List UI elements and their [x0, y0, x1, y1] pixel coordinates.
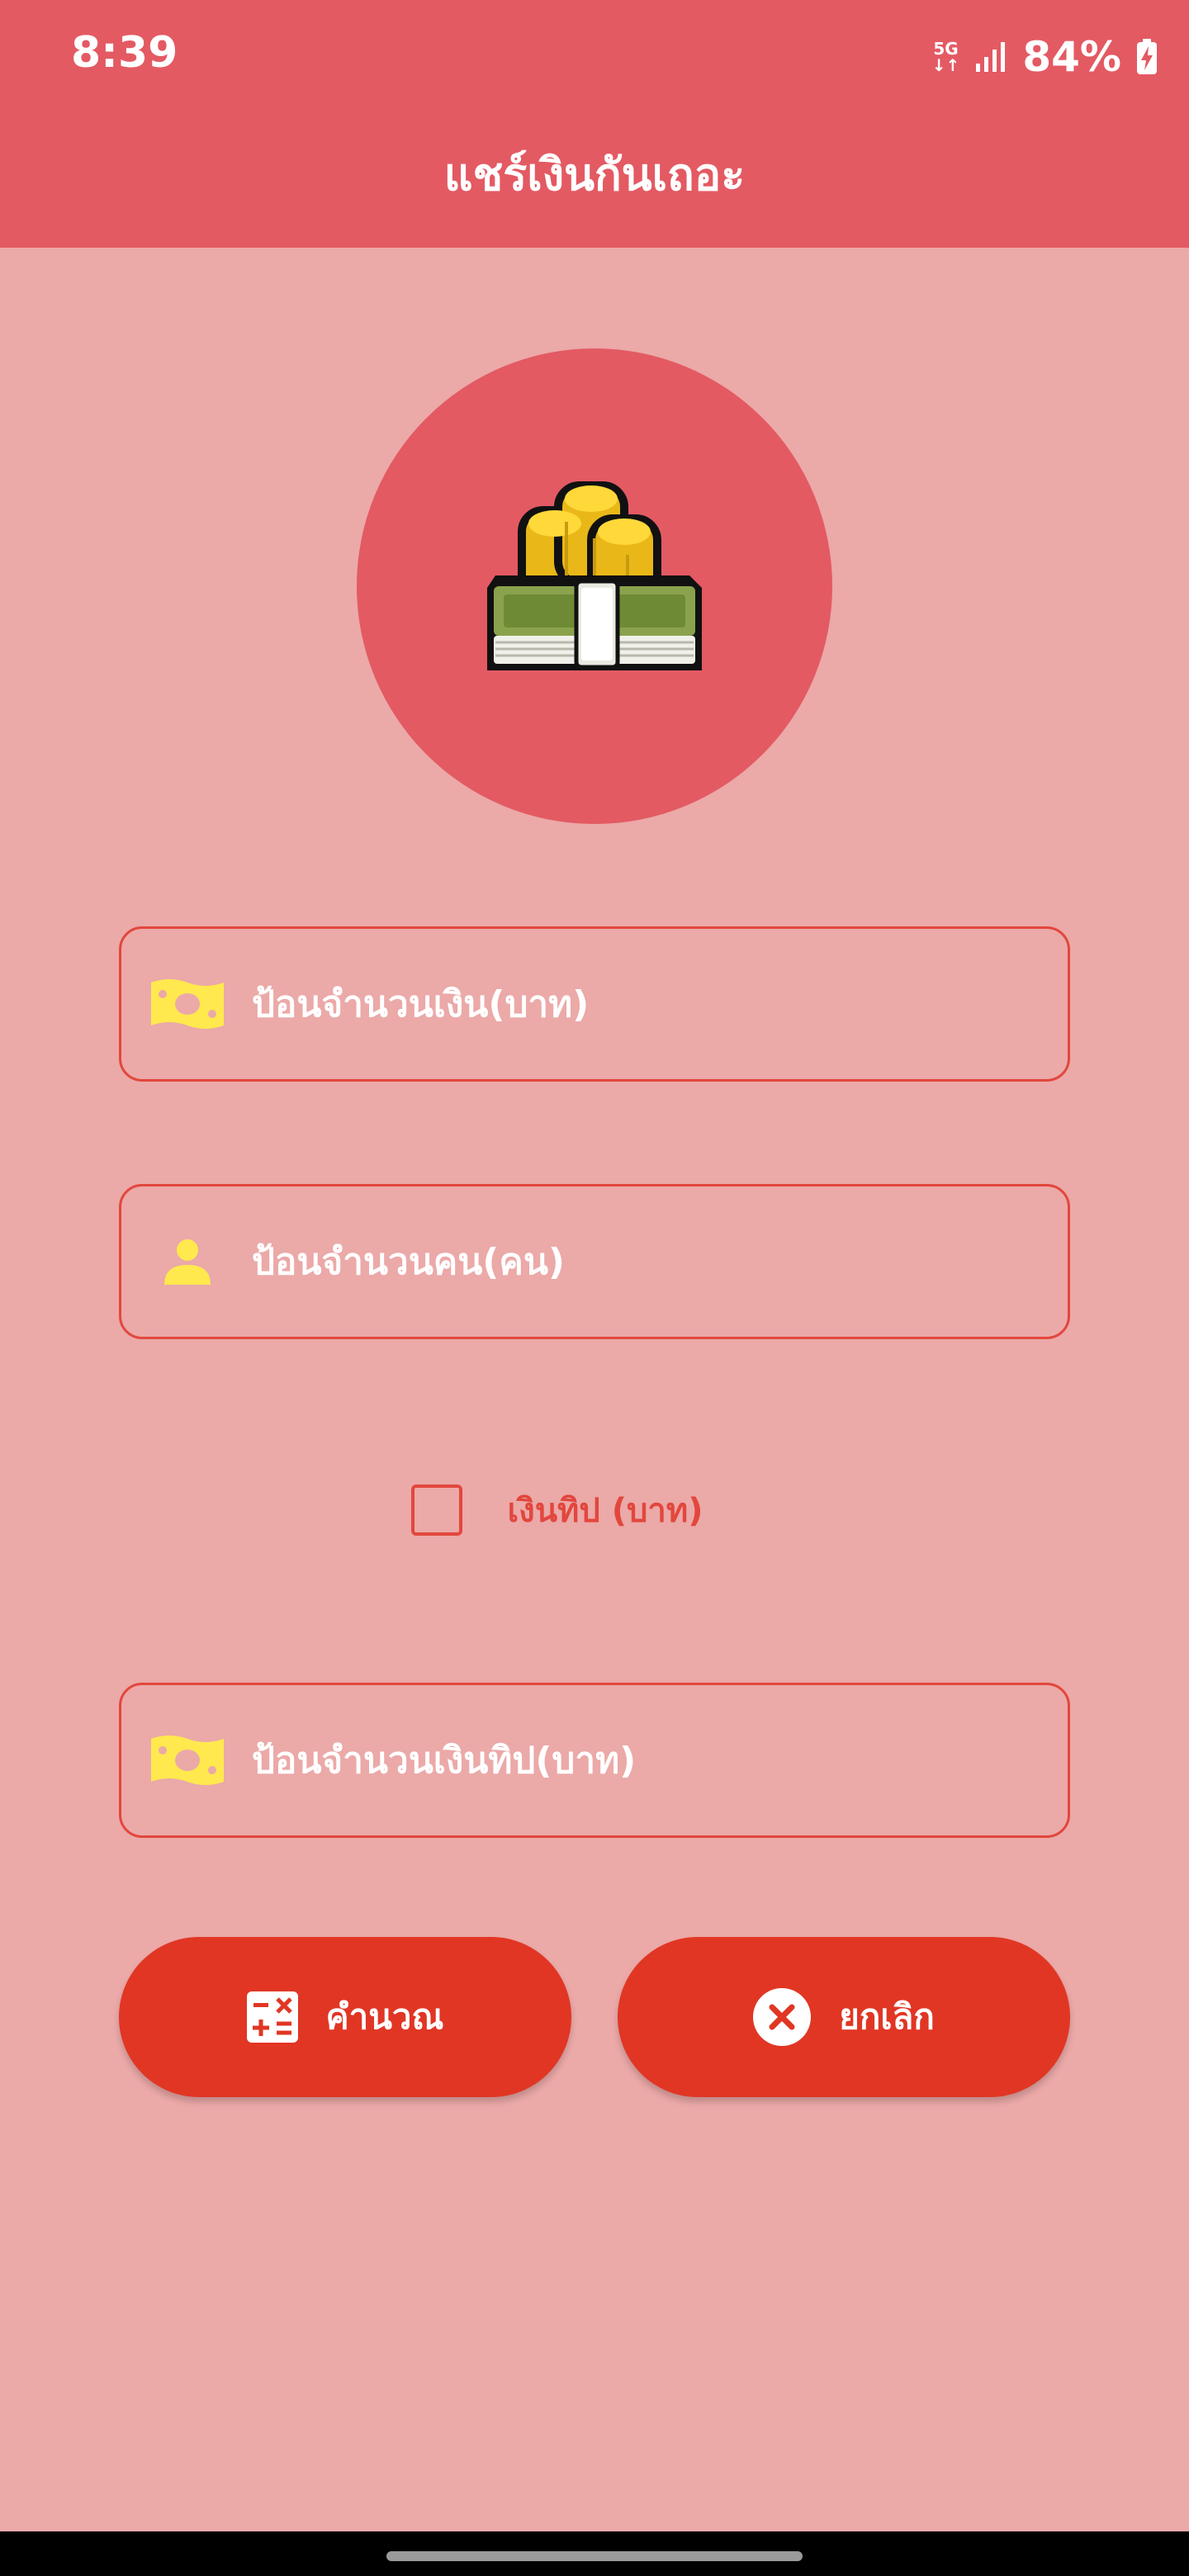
system-nav-bar: [0, 2531, 1189, 2576]
status-icons: 5G ↓↑ 84%: [932, 30, 1158, 84]
tip-amount-input[interactable]: [252, 1685, 1068, 1835]
cancel-button[interactable]: ยกเลิก: [618, 1937, 1070, 2097]
banknote-icon: [148, 971, 227, 1037]
person-icon: [148, 1229, 227, 1295]
amount-input[interactable]: [252, 929, 1068, 1079]
network-5g-icon: 5G ↓↑: [931, 39, 960, 75]
money-stack-coins-icon: [487, 481, 702, 670]
status-time: 8:39: [71, 28, 178, 78]
signal-icon: [976, 42, 1006, 72]
amount-field[interactable]: [119, 926, 1070, 1082]
close-circle-icon: [753, 1988, 812, 2046]
app-title: แชร์เงินกันเถอะ: [443, 149, 746, 201]
app-header: 8:39 5G ↓↑ 84% แชร์เงินกันเถอะ: [0, 0, 1189, 248]
banknote-icon: [148, 1727, 227, 1793]
cancel-button-label: ยกเลิก: [839, 1996, 935, 2037]
battery-charging-icon: [1137, 39, 1157, 74]
tip-checkbox-label[interactable]: เงินทิป (บาท): [507, 1484, 703, 1537]
battery-level: 84%: [1022, 33, 1121, 81]
calculate-button-label: คำนวณ: [325, 1996, 444, 2037]
people-input[interactable]: [252, 1186, 1068, 1337]
app-logo: [357, 348, 832, 824]
calculate-button[interactable]: คำนวณ: [119, 1937, 571, 2097]
tip-checkbox[interactable]: [411, 1485, 463, 1536]
tip-amount-field[interactable]: [119, 1683, 1070, 1838]
people-field[interactable]: [119, 1184, 1070, 1339]
calculator-icon: [246, 1991, 298, 2043]
home-gesture-handle[interactable]: [386, 2551, 803, 2561]
tip-toggle-row: เงินทิป (บาท): [0, 1483, 1189, 1537]
